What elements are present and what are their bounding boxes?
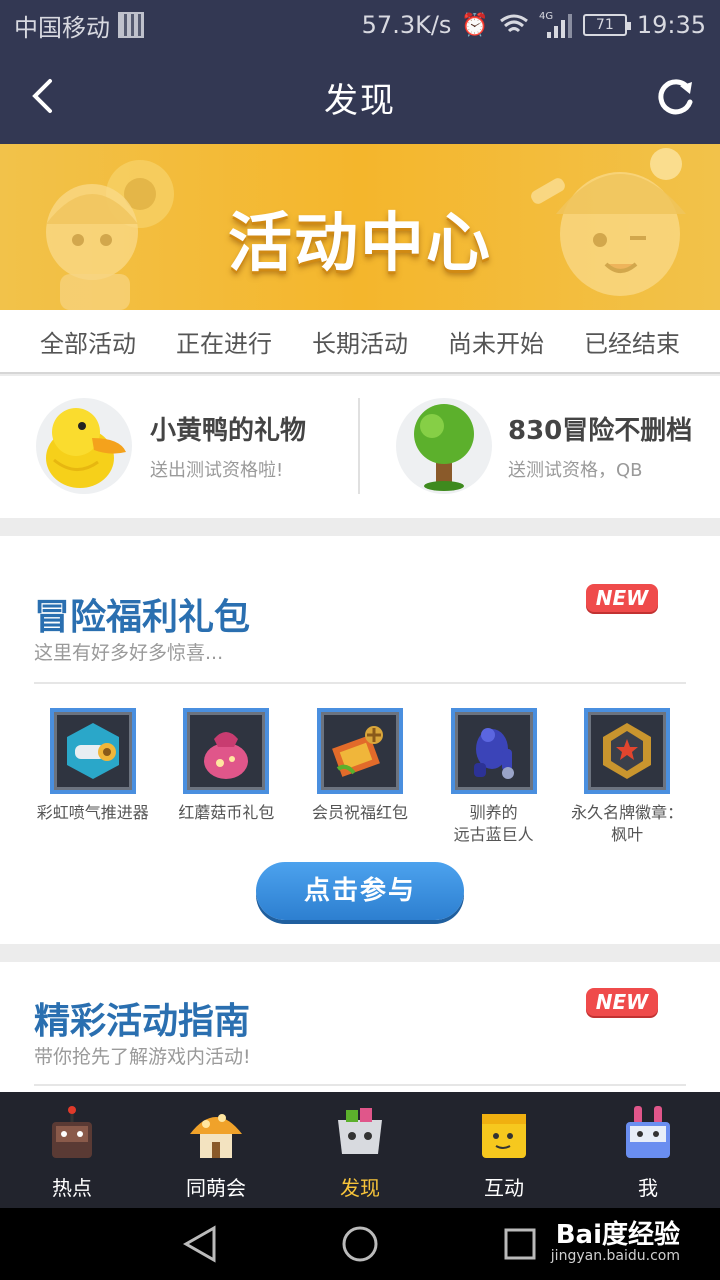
interact-block-icon — [474, 1104, 534, 1162]
card-divider — [34, 682, 686, 684]
featured-title: 830冒险不删档 — [508, 416, 693, 446]
tab-all[interactable]: 全部活动 — [40, 324, 136, 359]
card-subtitle: 这里有好多好多惊喜... — [34, 642, 224, 664]
refresh-button[interactable] — [654, 74, 698, 118]
mushroom-house-icon — [186, 1104, 246, 1162]
maple-badge-icon — [603, 723, 652, 779]
activity-filter-tabs: 全部活动 正在进行 长期活动 尚未开始 已经结束 — [0, 310, 720, 374]
battery-icon: 71 — [582, 14, 631, 36]
wifi-icon — [499, 14, 528, 33]
circle-home-icon — [342, 1226, 378, 1262]
card-subtitle: 带你抢先了解游戏内活动! — [34, 1046, 251, 1068]
new-badge: NEW — [586, 988, 658, 1016]
status-bar: 中国移动 57.3K/s ⏰ 4G 71 19:35 — [0, 0, 720, 50]
nav-label: 互动 — [484, 1176, 524, 1200]
reward-item[interactable]: 彩虹喷气推进器 — [26, 708, 160, 846]
back-button[interactable] — [22, 76, 62, 116]
tab-ended[interactable]: 已经结束 — [584, 324, 680, 359]
reward-item[interactable]: 驯养的 远古蓝巨人 — [427, 708, 561, 846]
featured-title: 小黄鸭的礼物 — [150, 416, 307, 446]
system-back-button[interactable] — [178, 1222, 222, 1266]
jet-booster-icon — [66, 723, 119, 779]
card-title: 冒险福利礼包 — [34, 597, 251, 638]
featured-subtitle: 送测试资格，QB — [508, 460, 643, 481]
reward-item[interactable]: 永久名牌徽章： 枫叶 — [560, 708, 694, 846]
system-home-button[interactable] — [338, 1222, 382, 1266]
red-envelope-icon — [332, 726, 383, 777]
reward-name: 驯养的 远古蓝巨人 — [453, 803, 534, 844]
page-title: 发现 — [324, 80, 396, 121]
tree-icon — [414, 404, 474, 491]
reward-name: 永久名牌徽章： 枫叶 — [571, 803, 684, 844]
tree-avatar — [396, 398, 492, 494]
nav-item-interact[interactable]: 互动 — [444, 1092, 564, 1208]
watermark-url: jingyan.baidu.com — [550, 1248, 680, 1264]
nav-label: 同萌会 — [186, 1176, 246, 1200]
nav-label: 我 — [638, 1176, 658, 1200]
triangle-back-icon — [182, 1225, 216, 1263]
chevron-left-icon — [32, 79, 52, 113]
reward-item[interactable]: 会员祝福红包 — [293, 708, 427, 846]
reward-name: 彩虹喷气推进器 — [36, 803, 149, 822]
featured-item-tree[interactable]: 830冒险不删档 送测试资格，QB — [360, 376, 720, 518]
refresh-icon — [658, 79, 693, 115]
network-type: 4G — [539, 11, 553, 22]
signal-icon: 4G — [539, 11, 572, 38]
featured-item-duck[interactable]: 小黄鸭的礼物 送出测试资格啦! — [0, 376, 360, 518]
mushroom-coin-bag-icon — [204, 732, 249, 779]
duck-avatar — [36, 398, 132, 494]
qr-notification-icon — [118, 12, 144, 38]
rubber-duck-icon — [46, 408, 126, 488]
square-recents-icon — [504, 1228, 536, 1260]
featured-subtitle: 送出测试资格啦! — [150, 460, 284, 481]
carrier-label: 中国移动 — [14, 13, 110, 42]
battery-level: 71 — [595, 17, 614, 33]
profile-bunny-icon — [618, 1104, 678, 1162]
nav-label: 热点 — [52, 1176, 92, 1200]
baidu-jingyan-watermark: Bai度经验 — [555, 1220, 680, 1250]
alarm-icon: ⏰ — [461, 12, 489, 38]
nav-item-club[interactable]: 同萌会 — [156, 1092, 276, 1208]
clock: 19:35 — [636, 11, 706, 39]
app-header: 发现 — [0, 50, 720, 144]
nav-item-discover[interactable]: 发现 — [300, 1092, 420, 1208]
nav-item-me[interactable]: 我 — [588, 1092, 708, 1208]
gift-pack-card: 冒险福利礼包 这里有好多好多惊喜... NEW 彩虹喷气推进器 红蘑菇币礼包 会… — [0, 536, 720, 944]
blue-giant-icon — [473, 728, 514, 779]
tab-ongoing[interactable]: 正在进行 — [176, 324, 272, 359]
nav-label: 发现 — [340, 1176, 380, 1200]
network-speed: 57.3K/s — [361, 11, 452, 39]
reward-frame — [316, 708, 403, 794]
nav-item-hot[interactable]: 热点 — [12, 1092, 132, 1208]
tab-long-term[interactable]: 长期活动 — [312, 324, 408, 359]
reward-item[interactable]: 红蘑菇币礼包 — [160, 708, 294, 846]
reward-frame — [183, 708, 270, 794]
card-divider — [34, 1084, 686, 1086]
hot-bomb-icon — [42, 1104, 102, 1162]
reward-name: 会员祝福红包 — [311, 803, 408, 822]
banner-title: 活动中心 — [228, 207, 492, 281]
featured-activities: 小黄鸭的礼物 送出测试资格啦! 830冒险不删档 送测试资格，QB — [0, 376, 720, 518]
reward-frame — [584, 708, 671, 794]
reward-name: 红蘑菇币礼包 — [178, 803, 275, 822]
reward-frame — [450, 708, 537, 794]
discover-cart-icon — [330, 1104, 390, 1162]
activity-guide-card[interactable]: 精彩活动指南 带你抢先了解游戏内活动! NEW — [0, 962, 720, 1092]
activity-center-banner[interactable]: 活动中心 — [0, 144, 720, 310]
new-badge: NEW — [586, 584, 658, 612]
card-title: 精彩活动指南 — [34, 1001, 251, 1042]
join-button[interactable]: 点击参与 — [256, 862, 464, 920]
system-recents-button[interactable] — [498, 1222, 542, 1266]
bottom-navigation: 热点 同萌会 发现 互动 我 — [0, 1092, 720, 1208]
reward-list: 彩虹喷气推进器 红蘑菇币礼包 会员祝福红包 驯养的 远古蓝巨人 永久名牌徽章： … — [26, 708, 694, 846]
reward-frame — [49, 708, 136, 794]
tab-upcoming[interactable]: 尚未开始 — [448, 324, 544, 359]
